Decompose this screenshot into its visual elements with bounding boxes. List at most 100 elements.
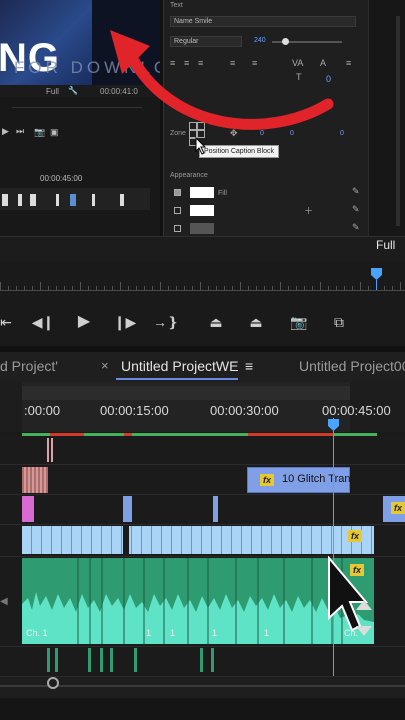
mouse-cursor-icon: [195, 137, 207, 155]
bottom-panel: [0, 698, 405, 720]
program-monitor-header: [0, 236, 405, 261]
lift-icon[interactable]: ⏏: [204, 310, 228, 334]
background-color-swatch[interactable]: [190, 223, 214, 234]
transition-clip[interactable]: fx 10 Glitch Tran: [247, 467, 350, 493]
video-clip[interactable]: [123, 496, 132, 522]
scroll-handle[interactable]: [47, 677, 59, 689]
video-clip[interactable]: [47, 438, 49, 462]
audio-clip-sequence[interactable]: Ch. 1 1 1 1 1 Ch. fx: [22, 558, 374, 644]
channel-label: 1: [212, 628, 218, 638]
ruler-tick: [400, 282, 401, 290]
active-tab-indicator: [116, 378, 238, 380]
ruler-timecode: 00:00:15:00: [100, 403, 169, 418]
ruler-tick: [280, 282, 281, 290]
audio-clip[interactable]: [110, 648, 113, 672]
export-frame-icon[interactable]: ▣: [50, 127, 59, 138]
audio-clip[interactable]: [47, 648, 50, 672]
ruler-tick: [360, 282, 361, 290]
go-to-out-icon[interactable]: →❵: [153, 310, 179, 334]
comparison-view-icon[interactable]: ⧉: [327, 310, 351, 334]
ruler-tick: [40, 282, 41, 290]
fill-color-swatch[interactable]: [190, 187, 214, 198]
ruler-timecode: 00:00:30:00: [210, 403, 279, 418]
step-back-icon[interactable]: ◀❙: [31, 310, 55, 334]
tab-menu-icon[interactable]: ≡: [245, 358, 253, 374]
scrollbar[interactable]: [396, 16, 400, 226]
ruler-timecode: 00:00:45:00: [322, 403, 391, 418]
background-checkbox[interactable]: [174, 225, 181, 232]
step-forward-icon[interactable]: ❙▶: [113, 310, 137, 334]
eyedropper-icon[interactable]: ✎: [352, 186, 360, 197]
tab-sequence-3[interactable]: Untitled Project00: [299, 358, 405, 374]
ruler-tick: [120, 282, 121, 290]
mark-in-icon[interactable]: ⇤: [0, 310, 18, 334]
ruler-tick: [240, 282, 241, 290]
fill-checkbox[interactable]: [174, 189, 181, 196]
timeline-horizontal-scrollbar[interactable]: [0, 676, 405, 699]
fx-badge: fx: [348, 530, 362, 542]
playback-resolution-select[interactable]: Full: [376, 238, 395, 256]
tab-sequence-active[interactable]: Untitled ProjectWE: [121, 358, 238, 374]
channel-label: 1: [170, 628, 176, 638]
video-clip[interactable]: [51, 438, 53, 462]
tab-close-icon[interactable]: ×: [101, 358, 109, 373]
fill-label: Fill: [218, 190, 227, 197]
add-stroke-icon[interactable]: ＋: [304, 204, 313, 217]
audio-clip[interactable]: [200, 648, 203, 672]
audio-clip[interactable]: [88, 648, 91, 672]
program-monitor-scrubber[interactable]: [0, 262, 405, 292]
export-frame-camera-icon[interactable]: 📷: [287, 310, 311, 334]
extract-icon[interactable]: ⏏: [244, 310, 268, 334]
audio-waveform: [22, 558, 374, 644]
clip-thumbnail-strip: [0, 188, 150, 210]
audio-clip[interactable]: [100, 648, 103, 672]
track-scroll-left-icon[interactable]: ◀: [0, 596, 8, 607]
scrubber-baseline: [0, 290, 405, 291]
video-clip-sequence[interactable]: fx: [22, 526, 374, 554]
text-section-label: Text: [170, 2, 183, 9]
ruler-tick: [0, 282, 1, 290]
ruler-tick: [80, 282, 81, 290]
play-icon[interactable]: ▶: [2, 126, 9, 137]
eyedropper-icon[interactable]: ✎: [352, 204, 360, 215]
channel-label: Ch. 1: [26, 628, 48, 638]
video-clip[interactable]: [22, 467, 48, 493]
fx-badge: fx: [391, 502, 405, 514]
ruler-timecode: :00:00: [24, 403, 61, 418]
fit-select[interactable]: Full: [46, 87, 59, 96]
appearance-label: Appearance: [170, 172, 208, 179]
tab-sequence-1[interactable]: d Project': [0, 358, 58, 374]
timeline-playhead[interactable]: [328, 419, 339, 431]
ruler-tick: [320, 282, 321, 290]
strip-timecode: 00:00:45:00: [40, 174, 83, 183]
eyedropper-icon[interactable]: ✎: [352, 222, 360, 233]
transport-controls: ⇤ ◀❙ ▶ ❙▶ →❵ ⏏ ⏏ 📷 ⧉: [0, 300, 405, 346]
red-annotation-arrow: [110, 30, 334, 130]
audio-clip[interactable]: [211, 648, 214, 672]
ruler-tick: [200, 282, 201, 290]
gap: [123, 526, 129, 554]
audio-clip[interactable]: [55, 648, 58, 672]
clip-name: 10 Glitch Tran: [282, 473, 351, 485]
wrench-icon[interactable]: 🔧: [68, 86, 78, 95]
timeline-ruler-area[interactable]: :00:00 00:00:15:00 00:00:30:00 00:00:45:…: [22, 382, 391, 432]
stroke-color-swatch[interactable]: [190, 205, 214, 216]
video-clip[interactable]: [213, 496, 218, 522]
video-clip[interactable]: fx: [383, 496, 405, 522]
monitor-playhead[interactable]: [371, 268, 382, 280]
zoom-bar[interactable]: [22, 386, 350, 400]
step-forward-icon[interactable]: ⏭: [16, 126, 24, 137]
camera-icon[interactable]: 📷: [34, 127, 45, 138]
rotation-value[interactable]: 0: [340, 130, 344, 137]
video-clip[interactable]: [22, 496, 34, 522]
fx-badge: fx: [260, 474, 274, 486]
channel-label: 1: [264, 628, 270, 638]
panel-scroll-area: [368, 0, 405, 236]
audio-clip[interactable]: [134, 648, 137, 672]
ruler-tick: [160, 282, 161, 290]
channel-label: 1: [146, 628, 152, 638]
stroke-checkbox[interactable]: [174, 207, 181, 214]
baseline-icon[interactable]: ≡: [346, 58, 351, 68]
ripple-edit-icon: [356, 600, 372, 636]
play-button-icon[interactable]: ▶: [72, 310, 96, 334]
